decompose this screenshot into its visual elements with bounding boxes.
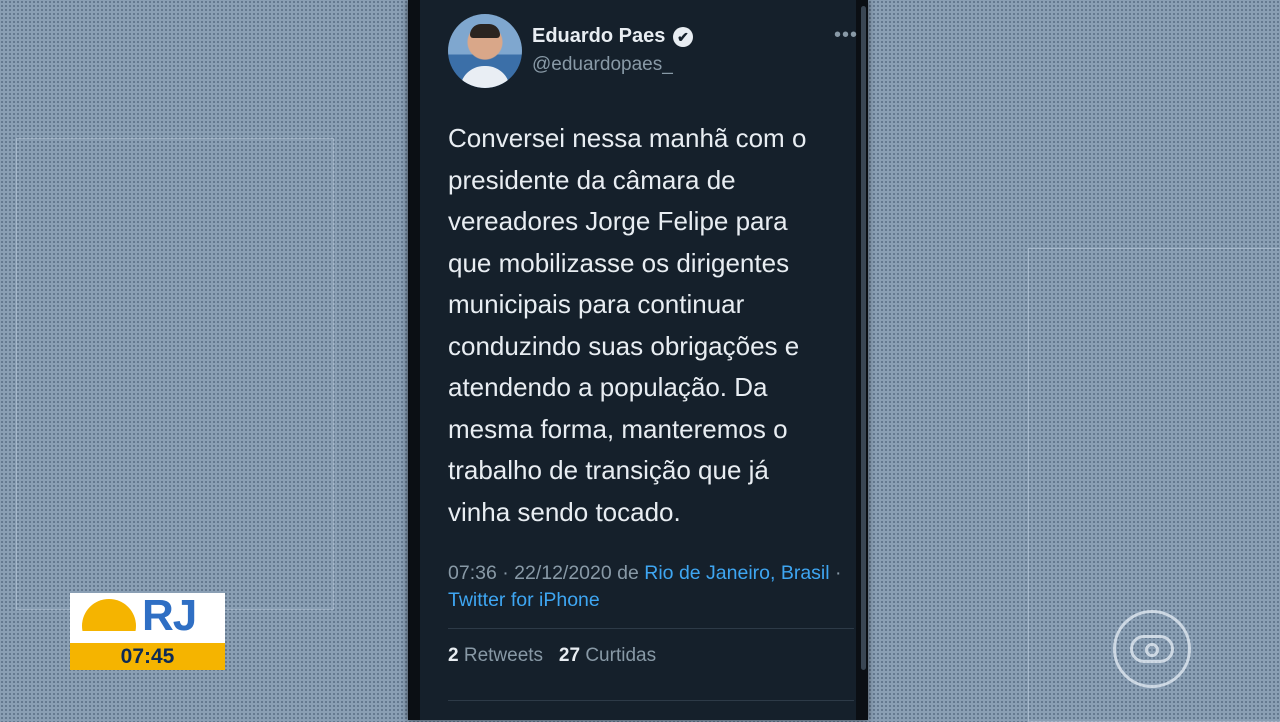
tweet-line: conduzindo suas obrigações e (448, 330, 800, 361)
tweet-line: mesma forma, manteremos o (448, 413, 788, 444)
tweet-text: Conversei nessa manhã com o presidente d… (448, 118, 848, 533)
phone-frame: Eduardo Paes ✔ @eduardopaes_ ••• Convers… (408, 0, 868, 720)
avatar-hair (470, 24, 500, 38)
source-link[interactable]: Twitter for iPhone (448, 589, 600, 611)
tweet-line: vereadores Jorge Felipe para (448, 206, 788, 236)
author-name[interactable]: Eduardo Paes (532, 25, 665, 48)
tweet-line: presidente da câmara de (448, 164, 736, 195)
divider (448, 628, 854, 629)
more-options-icon[interactable]: ••• (834, 24, 858, 47)
author-handle[interactable]: @eduardopaes_ (532, 54, 673, 76)
scrollbar[interactable] (861, 6, 866, 670)
clock-bar: 07:45 (70, 643, 225, 670)
avatar[interactable] (448, 14, 522, 88)
retweets-label[interactable]: Retweets (464, 645, 543, 666)
tweet-metadata: 07:36 · 22/12/2020 de Rio de Janeiro, Br… (448, 560, 843, 614)
tweet-line: atendendo a população. Da (448, 372, 768, 402)
logo-text: RJ (142, 593, 197, 640)
globo-core (1145, 643, 1159, 657)
tweet-line: que mobilizasse os dirigentes (448, 247, 790, 278)
tweet-timestamp: 07:36 · 22/12/2020 de (448, 562, 639, 584)
tweet-line: vinha sendo tocado. (448, 496, 681, 527)
background-panel-left (16, 138, 334, 610)
tweet-line: trabalho de transição que já (448, 455, 769, 485)
location-link[interactable]: Rio de Janeiro, Brasil (644, 562, 829, 584)
divider (448, 700, 854, 701)
likes-label[interactable]: Curtidas (585, 645, 656, 666)
globo-logo-icon (1113, 610, 1191, 688)
verified-icon: ✔ (673, 27, 693, 47)
likes-count[interactable]: 27 (559, 645, 580, 666)
clock: 07:45 (120, 645, 175, 668)
logo-top: RJ (70, 593, 225, 653)
engagement-stats: 2 Retweets 27 Curtidas (448, 645, 656, 667)
tweet-line: Conversei nessa manhã com o (448, 123, 807, 153)
avatar-shirt (460, 66, 510, 88)
globo-inner (1130, 635, 1174, 663)
retweets-count[interactable]: 2 (448, 645, 459, 666)
rjtv-logo: RJ 07:45 (70, 593, 225, 670)
tweet-line: municipais para continuar (448, 289, 745, 319)
meta-separator: · (835, 562, 842, 584)
tweet-card: Eduardo Paes ✔ @eduardopaes_ ••• Convers… (420, 0, 866, 720)
